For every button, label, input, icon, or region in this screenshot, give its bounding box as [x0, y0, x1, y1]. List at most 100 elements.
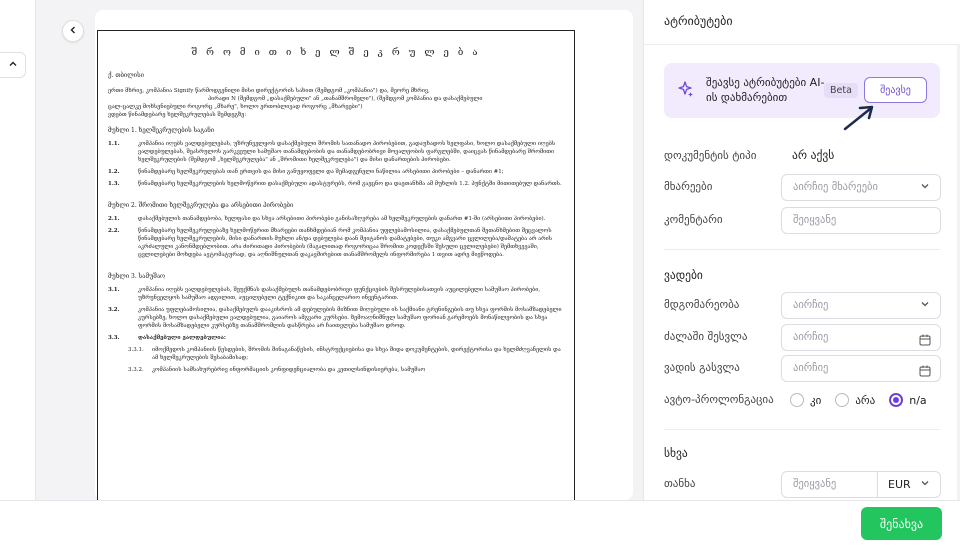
clause-number: 1.1. [108, 141, 120, 147]
subclause: 3.3.2. კომპანიის სამსახურებრივ ინფორმაციი… [108, 366, 564, 374]
amount-label: თანხა [664, 477, 696, 490]
expiry-date-picker[interactable]: აირჩიე [781, 355, 941, 382]
effective-date-label: ძალაში შესვლა [664, 330, 748, 343]
expiry-date-row: ვადის გასვლა აირჩიე [664, 355, 941, 383]
divider [644, 44, 960, 45]
effective-date-row: ძალაში შესვლა აირჩიე [664, 324, 941, 352]
dates-section-title: ვადები [664, 268, 703, 282]
comment-label: კომენტარი [664, 213, 723, 226]
clause-number: 2.2. [108, 228, 120, 234]
auto-renew-label: ავტო-პროლონგაცია [664, 393, 774, 406]
chevron-down-icon [920, 478, 930, 491]
chevron-down-icon [920, 181, 930, 194]
clause: 3.1. კომპანია იღებს ვალდებულებას, შეუქმნა… [108, 286, 564, 302]
parties-select[interactable]: აირჩიე მხარეები [781, 174, 941, 201]
clause: 2.2. წინამდებარე ხელშეკრულებაზე ხელმოწერი… [108, 227, 564, 259]
footer-bar: შენახვა [0, 500, 960, 547]
doc-type-row: დოკუმენტის ტიპი არ აქვს [664, 143, 941, 171]
clause-number: 1.2. [108, 169, 120, 175]
parties-label: მხარეები [664, 180, 713, 193]
document-page: შ რ ო მ ი თ ი ხ ე ლ შ ე კ რ უ ლ ე ბ ა ქ.… [97, 30, 575, 500]
clause: 2.1. დასაქმებულის თანამდებობა, ხელფასი და… [108, 215, 564, 223]
clause: 3.3. დასაქმებული ვალდებულია: [108, 334, 564, 342]
clause-number: 3.2. [108, 307, 120, 313]
clause-number: 3.3.1. [128, 347, 144, 353]
rail-toggle-button[interactable] [0, 52, 26, 78]
doc-type-value: არ აქვს [792, 148, 835, 162]
clause: 1.2. წინამდებარე ხელშეკრულებას თან ერთვის… [108, 168, 564, 176]
clause-text: კომპანია იღებს ვალდებულებას, უზრუნველყოს… [138, 141, 556, 163]
clause-number: 3.3.2. [128, 367, 144, 373]
currency-select[interactable]: EUR [888, 478, 911, 491]
comment-input[interactable]: შეიყვანე [781, 207, 941, 234]
arrow-pointer-icon [843, 105, 874, 131]
chevron-down-icon [920, 299, 930, 312]
divider [877, 472, 878, 497]
app-root: შ რ ო მ ი თ ი ხ ე ლ შ ე კ რ უ ლ ე ბ ა ქ.… [0, 0, 960, 547]
other-section-title: სხვა [664, 446, 688, 460]
amount-input[interactable]: შეიყვანე [793, 478, 836, 490]
doc-type-label: დოკუმენტის ტიპი [664, 149, 757, 162]
clause-text: კომპანია უფლებამოსილია, დასაქმებულს დააკ… [138, 307, 562, 329]
status-select[interactable]: აირჩიე [781, 292, 941, 319]
ai-fill-button[interactable]: შეავსე [864, 77, 927, 103]
collapse-sidebar-button[interactable] [62, 20, 84, 42]
radio-circle-selected [889, 393, 904, 407]
radio-label: n/a [909, 393, 927, 407]
chevron-left-icon [68, 25, 78, 38]
clause-text: დასაქმებული ვალდებულია: [138, 335, 226, 341]
comment-row: კომენტარი შეიყვანე [664, 207, 941, 235]
intro-line: ერთი მხრივ, კომპანია Signify წარმოდგენილ… [108, 88, 430, 94]
effective-date-placeholder: აირჩიე [793, 331, 829, 343]
panel-title: ატრიბუტები [664, 14, 733, 28]
radio-label: კი [810, 393, 822, 407]
clause: 1.1. კომპანია იღებს ვალდებულებას, უზრუნვე… [108, 140, 564, 164]
status-placeholder: აირჩიე [793, 299, 829, 311]
clause-text: წინამდებარე ხელშეკრულების ხელმოწერით დას… [138, 181, 562, 187]
save-button[interactable]: შენახვა [861, 507, 942, 540]
amount-field: შეიყვანე EUR [781, 471, 941, 498]
intro-line: პირადი N (შემდგომ „დასაქმებული" ან „თანა… [208, 96, 483, 102]
article-heading: მუხლი 1. ხელშეკრულების საგანი [108, 127, 215, 134]
parties-placeholder: აირჩიე მხარეები [793, 181, 878, 193]
calendar-icon [919, 331, 931, 346]
radio-circle [835, 393, 850, 407]
clause: 1.3. წინამდებარე ხელშეკრულების ხელმოწერით… [108, 180, 564, 188]
attributes-panel: ატრიბუტები შეავსე ატრიბუტები AI-ის დახმა… [643, 0, 960, 500]
intro-line: ცალ-ცალკე მოხსენიებული როგორც „მხარე", ხ… [108, 104, 363, 110]
article-heading: მუხლი 3. სამუშაო [108, 273, 166, 280]
intro-line: ვდებთ წინამდებარე ხელშეკრულებას შემდეგზე… [108, 112, 247, 118]
divider [664, 249, 940, 250]
document-intro: ერთი მხრივ, კომპანია Signify წარმოდგენილ… [108, 87, 564, 119]
chevron-up-icon [8, 59, 18, 72]
clause-number: 3.1. [108, 287, 120, 293]
clause-text: წინამდებარე ხელშეკრულებას თან ერთვის და … [138, 169, 504, 175]
status-row: მდგომარეობა აირჩიე [664, 292, 941, 320]
radio-yes[interactable]: კი [790, 393, 821, 407]
clause-text: კომპანიის სამსახურებრივ ინფორმაციის კონფ… [152, 367, 426, 373]
clause-text: იმოქმედოს კომპანიის წესდების, შრომის შინ… [152, 347, 561, 361]
radio-label: არა [855, 393, 876, 407]
clause-text: დასაქმებულის თანამდებობა, ხელფასი და სხვ… [138, 216, 546, 222]
expiry-date-label: ვადის გასვლა [664, 361, 740, 374]
effective-date-picker[interactable]: აირჩიე [781, 324, 941, 351]
auto-renew-row: ავტო-პროლონგაცია კი არა n/a [664, 387, 941, 415]
ai-fill-card: შეავსე ატრიბუტები AI-ის დახმარებით Beta … [664, 63, 940, 118]
amount-row: თანხა შეიყვანე EUR [664, 471, 941, 499]
document-city: ქ. თბილისი [108, 72, 145, 79]
article-heading: მუხლი 2. შრომითი ხელშეკრულება და არსებით… [108, 202, 294, 209]
clause-text: წინამდებარე ხელშეკრულებაზე ხელმოწერით მხ… [138, 228, 553, 258]
radio-na[interactable]: n/a [889, 393, 927, 407]
comment-placeholder: შეიყვანე [793, 214, 837, 226]
auto-renew-radio-group: კი არა n/a [790, 393, 927, 407]
radio-circle [790, 393, 804, 407]
left-rail [0, 0, 36, 500]
clause-number: 2.1. [108, 216, 120, 222]
parties-row: მხარეები აირჩიე მხარეები [664, 174, 941, 202]
subclause: 3.3.1. იმოქმედოს კომპანიის წესდების, შრომ… [108, 346, 564, 362]
clause: 3.2. კომპანია უფლებამოსილია, დასაქმებულს … [108, 306, 564, 330]
radio-no[interactable]: არა [835, 393, 875, 407]
document-title: შ რ ო მ ი თ ი ხ ე ლ შ ე კ რ უ ლ ე ბ ა [191, 47, 481, 58]
clause-number: 3.3. [108, 335, 120, 341]
ai-fill-text: შეავსე ატრიბუტები AI-ის დახმარებით [706, 76, 825, 104]
